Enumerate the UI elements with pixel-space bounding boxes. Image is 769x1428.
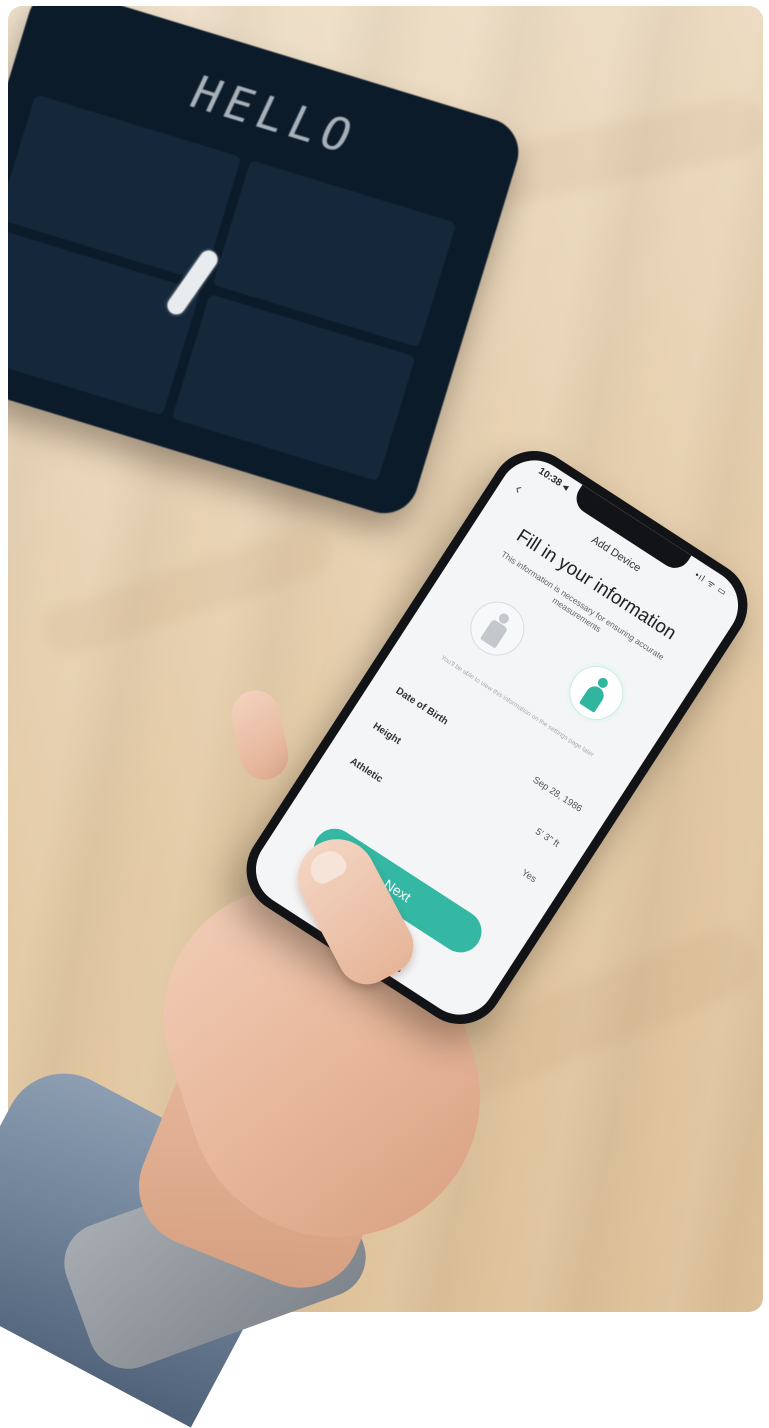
smart-scale: HELLO [8, 6, 527, 522]
field-value-height[interactable]: 5' 3" ft [533, 826, 561, 850]
wood-grain [37, 520, 339, 662]
field-label-athletic: Athletic [347, 756, 385, 786]
field-label-height: Height [370, 720, 403, 747]
field-value-date-of-birth[interactable]: Sep 28, 1986 [531, 775, 584, 815]
gender-option-male[interactable] [460, 591, 535, 666]
status-icons: •ıl ᯤ ▭ [693, 569, 730, 598]
field-value-athletic[interactable]: Yes [519, 867, 538, 885]
status-time: 10:38 ◂ [536, 465, 571, 494]
field-label-date-of-birth: Date of Birth [393, 685, 450, 728]
thumbnail-nail [304, 845, 350, 888]
gender-option-female[interactable] [558, 655, 634, 731]
